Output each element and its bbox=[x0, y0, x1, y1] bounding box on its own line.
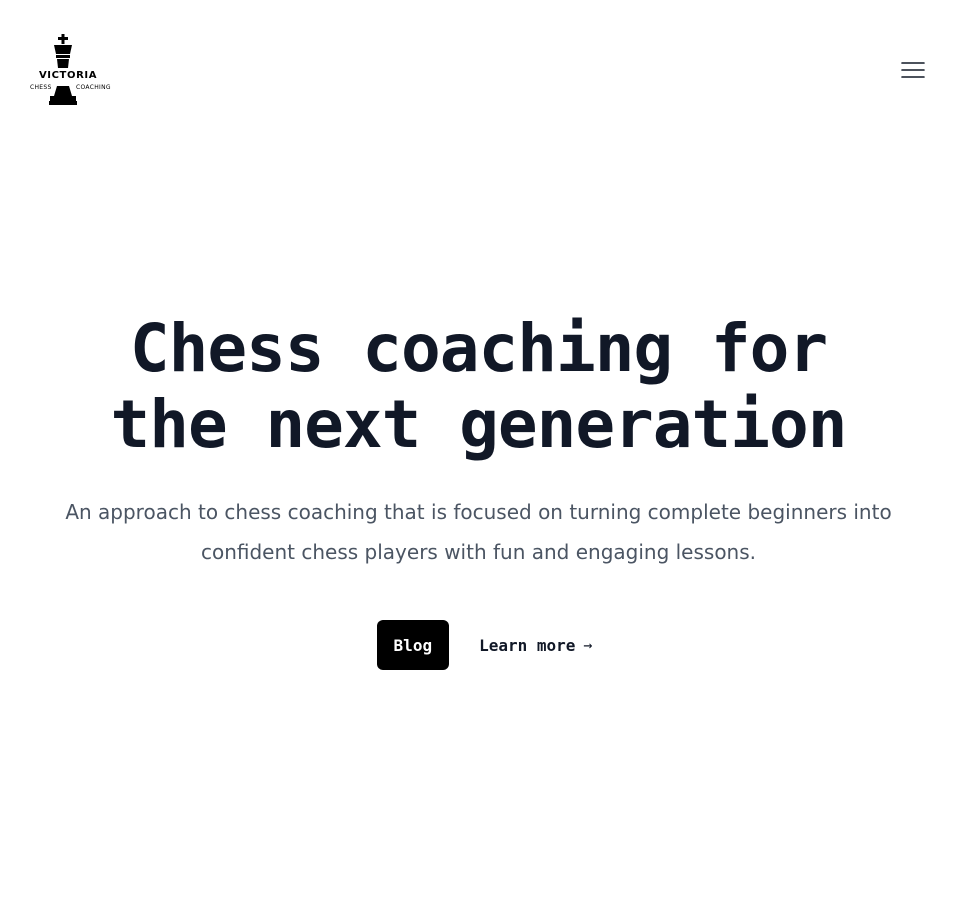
logo-subtitle-coaching: COACHING bbox=[76, 84, 111, 91]
arrow-right-icon: → bbox=[583, 636, 593, 654]
hero-section: Chess coaching for the next generation A… bbox=[0, 300, 957, 572]
hero-title-line-2: the next generation bbox=[110, 386, 848, 463]
menu-button[interactable] bbox=[898, 56, 928, 84]
hamburger-menu-icon bbox=[901, 62, 925, 78]
site-header: VICTORIA CHESS COACHING bbox=[0, 0, 957, 140]
logo-name: VICTORIA bbox=[28, 70, 108, 82]
learn-more-link[interactable]: Learn more → bbox=[479, 636, 592, 655]
learn-more-label: Learn more bbox=[479, 635, 576, 655]
hero-title-line-1: Chess coaching for bbox=[129, 310, 828, 387]
hero-actions: Blog Learn more → bbox=[0, 620, 957, 670]
blog-button[interactable]: Blog bbox=[376, 620, 450, 670]
site-logo[interactable]: VICTORIA CHESS COACHING bbox=[28, 34, 112, 106]
logo-subtitle-chess: CHESS bbox=[30, 84, 52, 91]
hero-title: Chess coaching for the next generation bbox=[0, 300, 957, 463]
hero-subtitle: An approach to chess coaching that is fo… bbox=[65, 500, 892, 564]
